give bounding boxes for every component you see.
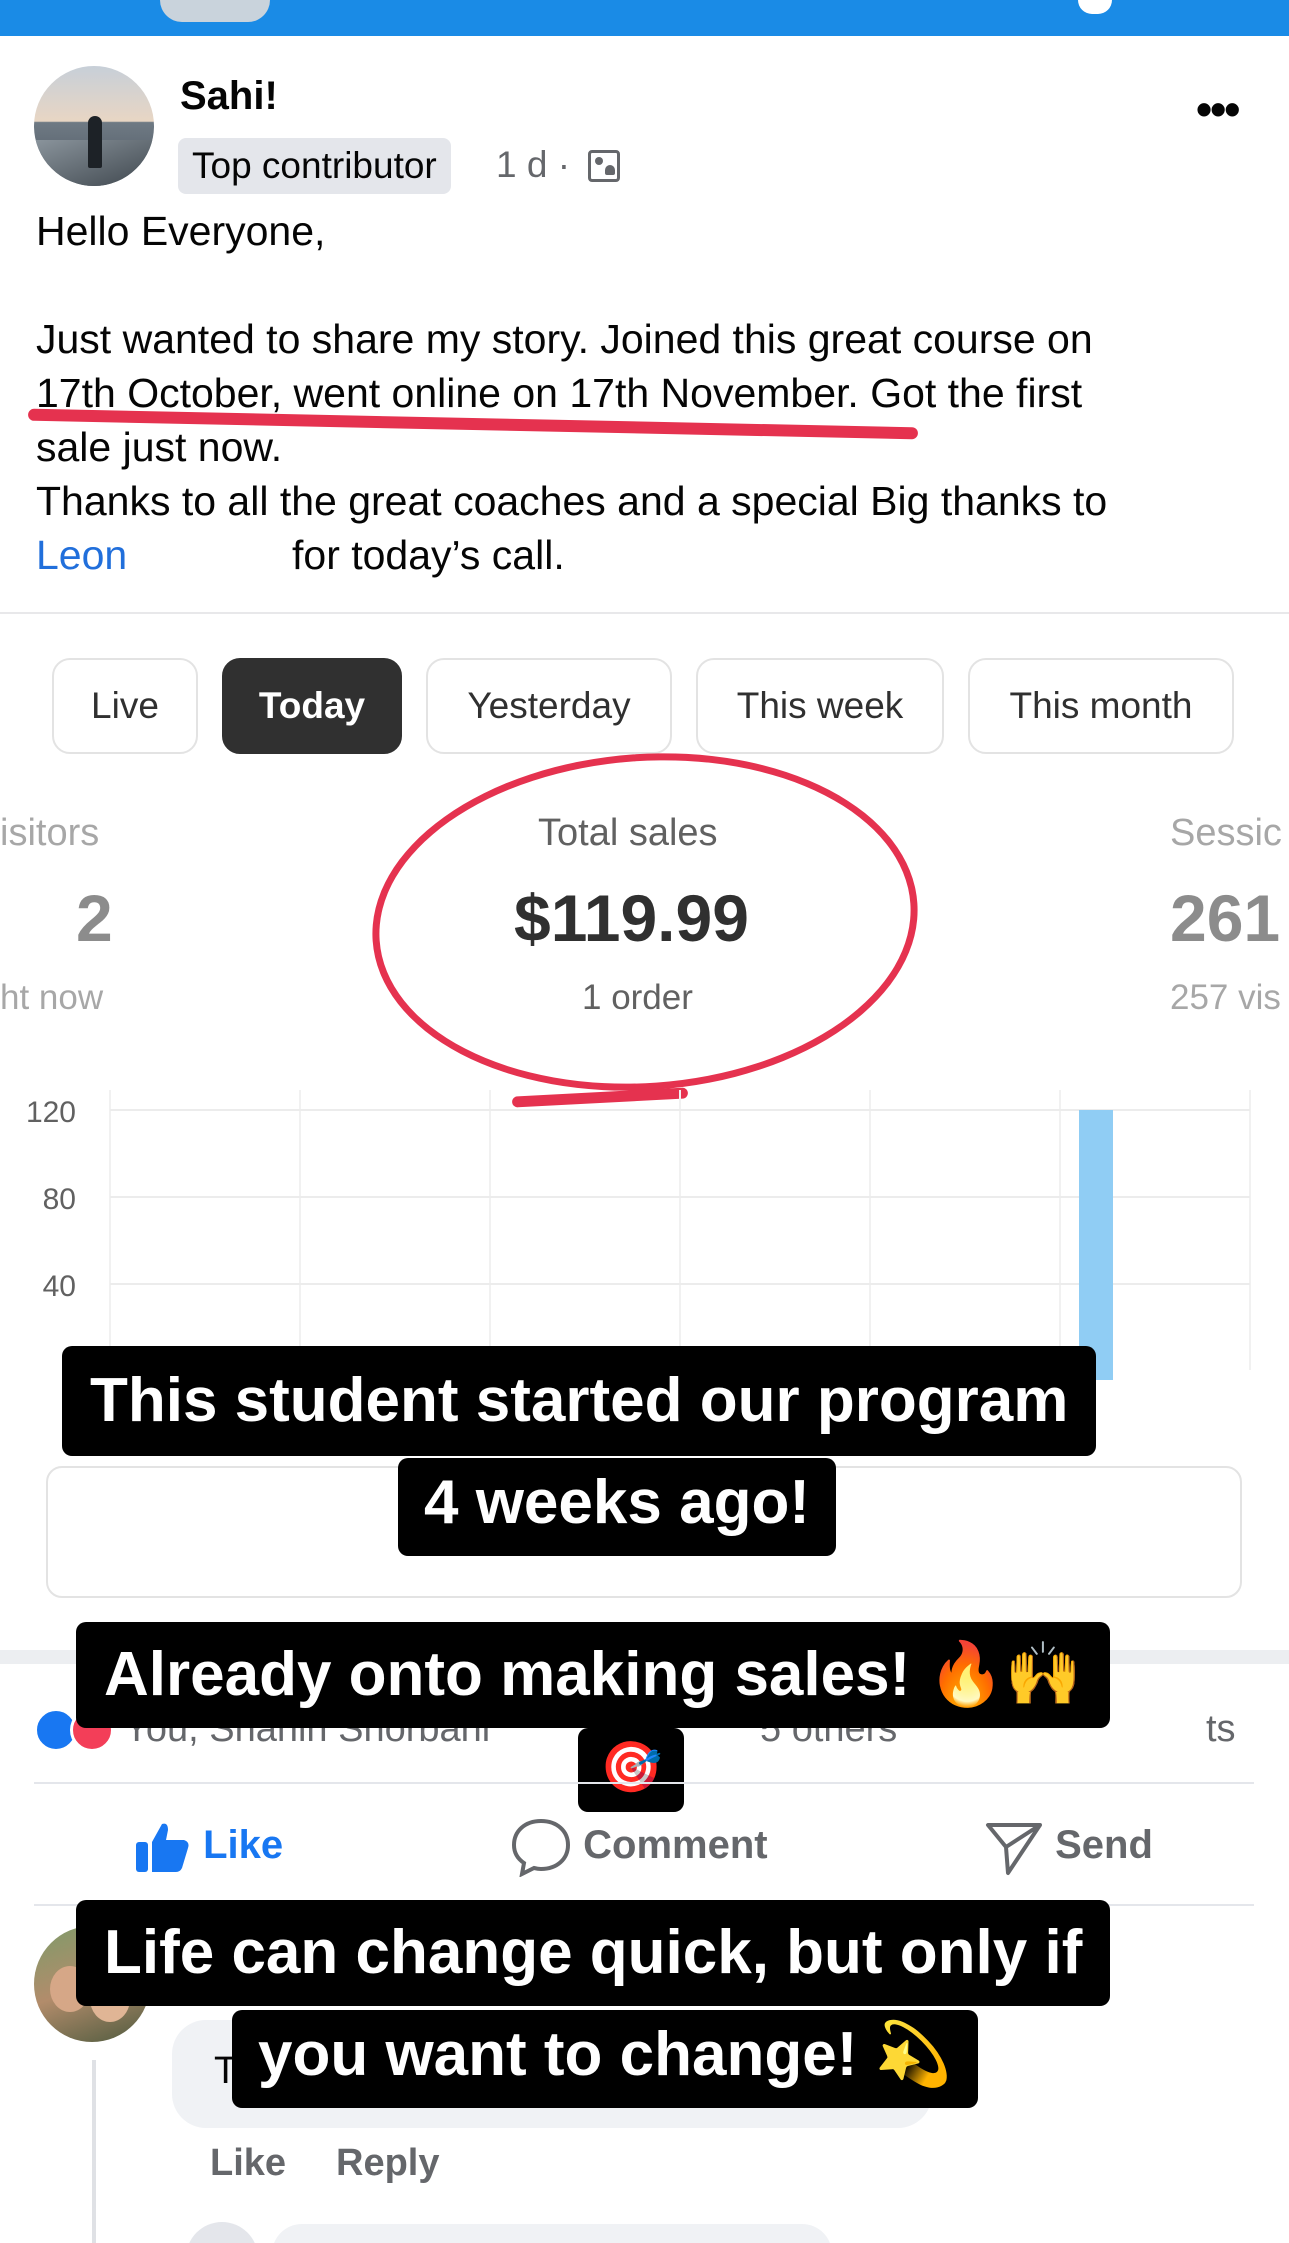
- chart-bar[interactable]: [1079, 1110, 1113, 1380]
- comment-reply-button[interactable]: Reply: [336, 2142, 439, 2185]
- caption-program-line-2: 4 weeks ago!: [398, 1458, 836, 1556]
- caption-life-line-1: Life can change quick, but only if: [76, 1900, 1111, 2006]
- sessions-sub: 257 vis: [1170, 978, 1281, 1017]
- send-label: Send: [1055, 1823, 1153, 1867]
- y-tick-label: 80: [43, 1183, 76, 1216]
- caption-sales-line-1: Already onto making sales! 🔥🙌: [76, 1622, 1110, 1728]
- tab-today[interactable]: Today: [222, 658, 402, 754]
- comment-bubble-icon: [511, 1819, 571, 1879]
- thumbs-up-icon: [136, 1824, 189, 1873]
- post-line-2: 17th October, went online on 17th Novemb…: [36, 370, 1083, 416]
- top-bar-thumbnail[interactable]: [160, 0, 270, 22]
- tab-yesterday[interactable]: Yesterday: [426, 658, 672, 754]
- post-timestamp[interactable]: 1 d ·: [496, 144, 570, 186]
- author-name[interactable]: Sahi!: [180, 74, 278, 119]
- post-line-1: Just wanted to share my story. Joined th…: [36, 316, 1093, 362]
- more-options-button[interactable]: •••: [1196, 82, 1240, 136]
- comment-thread-line: [92, 2060, 96, 2243]
- tab-live[interactable]: Live: [52, 658, 198, 754]
- caption-target-icon: 🎯: [578, 1728, 685, 1812]
- comment-like-button[interactable]: Like: [210, 2142, 286, 2185]
- like-label: Like: [203, 1823, 284, 1867]
- send-button[interactable]: Send: [984, 1812, 1153, 1878]
- post-line-5: for today’s call.: [292, 532, 565, 578]
- sales-chart: 120 80 40: [26, 1090, 1251, 1380]
- mention-link[interactable]: Leon: [36, 532, 127, 579]
- comment-label: Comment: [583, 1823, 768, 1867]
- tab-this-month[interactable]: This month: [968, 658, 1234, 754]
- post-line-4: Thanks to all the great coaches and a sp…: [36, 478, 1108, 524]
- next-comment-bubble[interactable]: [272, 2224, 832, 2243]
- caption-life-line-2: you want to change! 💫: [232, 2010, 978, 2108]
- post-line-3: sale just now.: [36, 424, 283, 470]
- comment-button[interactable]: Comment: [510, 1812, 768, 1879]
- post-greeting: Hello Everyone,: [36, 208, 326, 254]
- caption-program-line-1: This student started our program: [62, 1346, 1097, 1456]
- sessions-value: 261: [1170, 881, 1281, 955]
- visitors-label: isitors: [0, 812, 100, 854]
- red-circle-annotation: [360, 735, 930, 1109]
- visitors-value: 2: [76, 881, 113, 955]
- tab-this-week[interactable]: This week: [696, 658, 944, 754]
- comments-count[interactable]: ts: [1206, 1708, 1236, 1751]
- top-contributor-badge[interactable]: Top contributor: [178, 138, 451, 194]
- reactions-divider: [34, 1782, 1254, 1784]
- group-audience-icon: [588, 150, 620, 182]
- sessions-label: Sessic: [1170, 812, 1282, 854]
- y-tick-label: 120: [26, 1096, 76, 1129]
- like-button[interactable]: Like: [134, 1812, 283, 1878]
- send-icon: [986, 1823, 1042, 1876]
- y-tick-label: 40: [43, 1270, 76, 1303]
- visitors-sub: ht now: [0, 978, 104, 1017]
- author-avatar[interactable]: [34, 66, 154, 186]
- next-commenter-avatar[interactable]: [186, 2222, 258, 2243]
- section-divider: [0, 612, 1289, 614]
